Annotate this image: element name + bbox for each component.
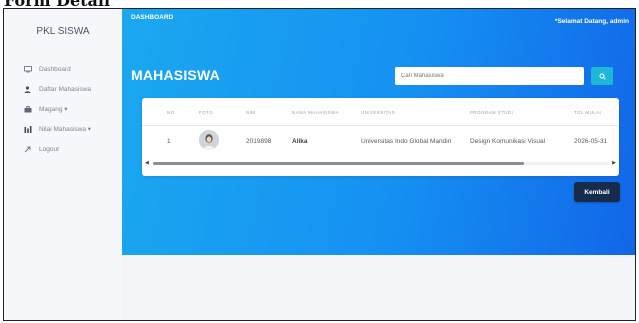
column-header-nama: NAMA MAHASISWA (292, 110, 339, 115)
cell-program-studi: Design Komunikasi Visual (470, 138, 546, 145)
monitor-icon (22, 65, 33, 73)
app-window: PKL SISWA Dashboard Daftar Mahasiswa Mag… (3, 8, 636, 321)
sidebar-item-label: Dashboard (39, 65, 71, 73)
column-header-foto: FOTO (199, 110, 214, 115)
scroll-right-icon[interactable]: ▶ (612, 161, 616, 166)
user-icon (22, 85, 33, 93)
table-row[interactable]: 1 2019898 Alika Universitas Indo Global … (142, 126, 619, 154)
cell-no: 1 (167, 138, 171, 145)
sidebar-item-label: Logout (39, 145, 59, 153)
sidebar-item-logout[interactable]: Logout (4, 139, 122, 159)
sidebar-item-label: Nilai Mahasiswa ▾ (39, 126, 92, 133)
sidebar-item-daftar-mahasiswa[interactable]: Daftar Mahasiswa (4, 79, 122, 99)
cropped-heading-text: Form Detail (4, 0, 110, 8)
cell-nama-mahasiswa: Alika (292, 138, 308, 145)
brand-title: PKL SISWA (36, 26, 90, 37)
content-lower-area (122, 255, 635, 320)
scrollbar-thumb[interactable] (153, 162, 524, 165)
search-icon (599, 67, 606, 85)
search-input[interactable] (395, 67, 584, 85)
sidebar-item-nilai-mahasiswa[interactable]: Nilai Mahasiswa ▾ (4, 119, 122, 139)
header-dashboard-link[interactable]: DASHBOARD (131, 14, 173, 21)
bar-chart-icon (22, 125, 33, 133)
column-header-nim: NIM (246, 110, 256, 115)
sidebar-menu: Dashboard Daftar Mahasiswa Magang ▾ Nila… (4, 59, 122, 159)
sidebar-item-label: Daftar Mahasiswa (39, 85, 92, 93)
back-button[interactable]: Kembali (574, 182, 620, 202)
content-header-area: DASHBOARD *Selamat Datang, admin MAHASIS… (122, 9, 635, 255)
horizontal-scrollbar[interactable]: ◀ ▶ (145, 161, 616, 166)
cell-nim: 2019898 (246, 138, 272, 145)
cell-tgl-mulai: 2026-05-31 (574, 138, 608, 145)
scroll-left-icon[interactable]: ◀ (145, 161, 149, 166)
column-header-universitas: UNIVERSITAS (361, 110, 396, 115)
sidebar: PKL SISWA Dashboard Daftar Mahasiswa Mag… (4, 9, 123, 320)
search-button[interactable] (591, 67, 613, 85)
briefcase-icon (22, 105, 33, 113)
table-header: NO FOTO NIM NAMA MAHASISWA UNIVERSITAS P… (142, 110, 619, 122)
sidebar-item-magang[interactable]: Magang ▾ (4, 99, 122, 119)
logout-icon (22, 146, 33, 153)
student-avatar-icon (199, 130, 219, 150)
cropped-heading: Form Detail (0, 0, 639, 8)
cell-universitas: Universitas Indo Global Mandiri (361, 138, 452, 145)
column-header-tgl-mulai: TGL MULAI (574, 110, 602, 115)
student-table-card: NO FOTO NIM NAMA MAHASISWA UNIVERSITAS P… (142, 98, 619, 176)
welcome-message: *Selamat Datang, admin (555, 18, 629, 25)
column-header-no: NO (167, 110, 175, 115)
sidebar-item-dashboard[interactable]: Dashboard (4, 59, 122, 79)
welcome-text: *Selamat Datang, (554, 18, 610, 25)
sidebar-item-label: Magang ▾ (39, 106, 68, 113)
column-header-program-studi: PROGRAM STUDI (470, 110, 514, 115)
page-title: MAHASISWA (131, 67, 220, 83)
user-name[interactable]: admin (610, 18, 629, 25)
student-photo (199, 130, 219, 150)
